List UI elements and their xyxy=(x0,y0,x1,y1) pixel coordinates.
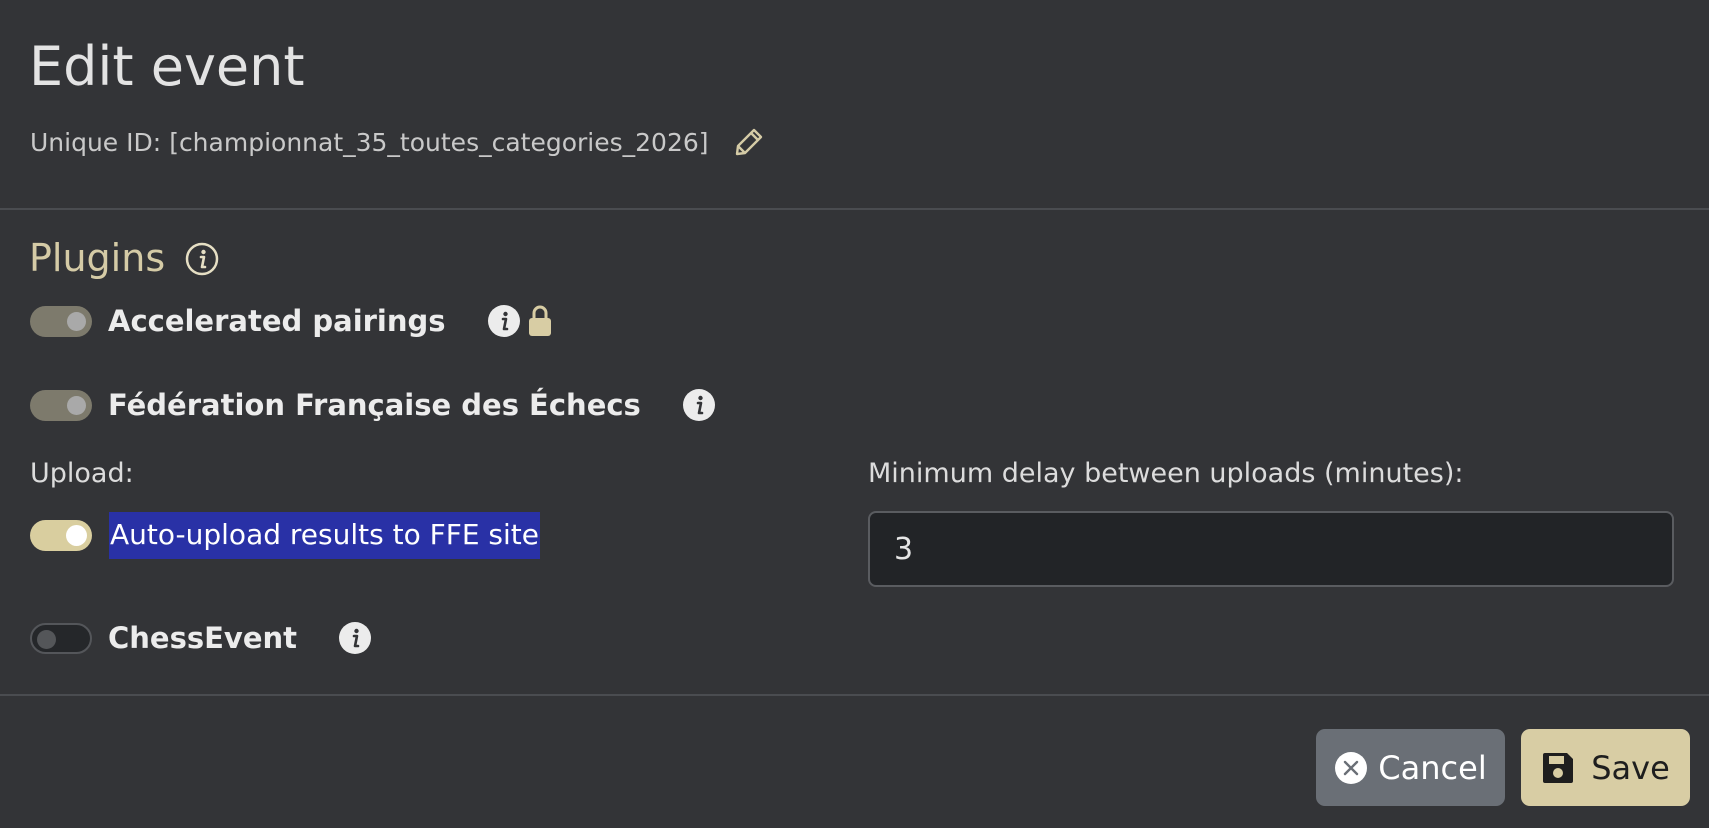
upload-label: Upload: xyxy=(30,458,134,489)
delay-input[interactable] xyxy=(868,511,1674,587)
plugin-accelerated-pairings: Accelerated pairings xyxy=(30,304,552,338)
toggle-knob xyxy=(66,525,87,546)
chessevent-toggle[interactable] xyxy=(30,622,92,654)
toggle-knob xyxy=(67,395,86,415)
auto-upload-label: Auto-upload results to FFE site xyxy=(109,512,540,559)
cancel-button[interactable]: Cancel xyxy=(1316,729,1505,806)
info-icon[interactable] xyxy=(185,241,219,276)
save-label: Save xyxy=(1591,748,1670,787)
toggle-knob xyxy=(67,311,86,331)
unique-id-label: Unique ID: xyxy=(30,127,162,157)
auto-upload-toggle[interactable] xyxy=(30,520,92,551)
unique-id-value: [championnat_35_toutes_categories_2026] xyxy=(169,127,709,157)
plugins-section-title: Plugins xyxy=(29,236,219,280)
plugin-label: ChessEvent xyxy=(108,621,298,655)
info-icon[interactable] xyxy=(682,389,715,421)
plugin-label: Fédération Française des Échecs xyxy=(108,388,641,422)
edit-event-dialog: Edit event Unique ID: [championnat_35_to… xyxy=(0,0,1709,828)
auto-upload-row: Auto-upload results to FFE site xyxy=(30,512,540,559)
ffe-toggle[interactable] xyxy=(30,389,92,421)
accelerated-pairings-toggle[interactable] xyxy=(30,305,92,337)
lock-icon xyxy=(528,304,552,338)
close-circle-icon xyxy=(1334,751,1368,785)
plugin-ffe: Fédération Française des Échecs xyxy=(30,388,715,422)
dialog-header: Edit event Unique ID: [championnat_35_to… xyxy=(0,0,1709,210)
delay-label: Minimum delay between uploads (minutes): xyxy=(868,458,1464,489)
plugin-label: Accelerated pairings xyxy=(108,304,446,338)
floppy-disk-icon xyxy=(1541,751,1575,785)
pencil-icon[interactable] xyxy=(733,126,765,158)
cancel-label: Cancel xyxy=(1378,748,1487,787)
plugins-heading: Plugins xyxy=(29,236,166,280)
dialog-footer: Cancel Save xyxy=(0,696,1709,828)
info-icon[interactable] xyxy=(487,305,520,337)
save-button[interactable]: Save xyxy=(1521,729,1690,806)
unique-id-row: Unique ID: [championnat_35_toutes_catego… xyxy=(30,126,765,158)
dialog-body: Plugins Accelerated pairings Fédération … xyxy=(0,210,1709,696)
page-title: Edit event xyxy=(29,35,305,98)
toggle-knob xyxy=(37,629,56,649)
plugin-chessevent: ChessEvent xyxy=(30,621,372,655)
info-icon[interactable] xyxy=(339,622,372,654)
